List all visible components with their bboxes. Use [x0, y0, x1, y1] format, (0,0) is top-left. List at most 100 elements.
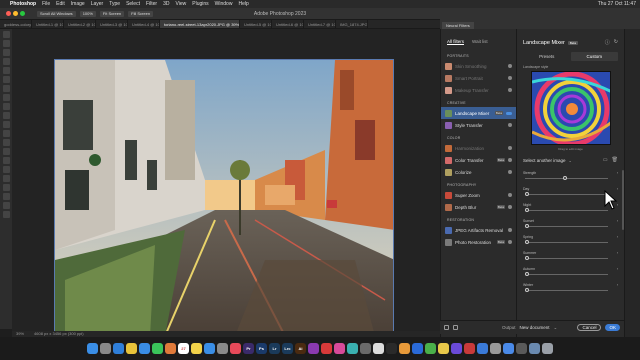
scroll-all-windows-button[interactable]: Scroll All Windows: [37, 10, 76, 17]
app-blue4-icon[interactable]: [503, 343, 514, 354]
document-tab[interactable]: Untitled-5 @ 100%: [240, 20, 272, 28]
slider-knob[interactable]: [525, 208, 529, 212]
cloud-download-icon[interactable]: [508, 146, 512, 150]
appstore-icon[interactable]: [204, 343, 215, 354]
ok-button[interactable]: OK: [605, 324, 620, 331]
app-red2-icon[interactable]: [464, 343, 475, 354]
document-tab[interactable]: Untitled-4 @ 100%: [128, 20, 160, 28]
slider-track[interactable]: [523, 223, 618, 229]
menu-view[interactable]: View: [176, 1, 187, 7]
brush-tool-icon[interactable]: [2, 103, 10, 110]
photos-icon[interactable]: [165, 343, 176, 354]
app-pink-icon[interactable]: [334, 343, 345, 354]
gradient-tool-icon[interactable]: [2, 139, 10, 146]
downloads-icon[interactable]: [529, 343, 540, 354]
lrc-icon[interactable]: Lrc: [282, 343, 293, 354]
slider-knob[interactable]: [525, 192, 529, 196]
filter-item-photo-restoration[interactable]: Photo Restoration Beta: [441, 236, 516, 248]
filter-item-color-transfer[interactable]: Color Transfer Beta: [441, 154, 516, 166]
dodge-tool-icon[interactable]: [2, 157, 10, 164]
photoshop-icon[interactable]: Ps: [256, 343, 267, 354]
reset-icon[interactable]: ↻: [614, 39, 618, 46]
cloud-download-icon[interactable]: [508, 205, 512, 209]
cloud-download-icon[interactable]: [508, 158, 512, 162]
menu-plugins[interactable]: Plugins: [192, 1, 208, 7]
hand-tool-icon[interactable]: [2, 202, 10, 209]
menu-window[interactable]: Window: [215, 1, 233, 7]
app-yellow-icon[interactable]: [438, 343, 449, 354]
layer-preview-icon[interactable]: [444, 325, 449, 330]
slider-knob[interactable]: [525, 224, 529, 228]
menu-help[interactable]: Help: [238, 1, 248, 7]
fit-screen-button[interactable]: Fit Screen: [99, 10, 125, 17]
chevron-down-icon[interactable]: ⌄: [554, 325, 558, 331]
messages-icon[interactable]: [152, 343, 163, 354]
filter-item-smart-portrait[interactable]: Smart Portrait: [441, 72, 516, 84]
menu-layer[interactable]: Layer: [91, 1, 104, 7]
filter-item-super-zoom[interactable]: Super Zoom: [441, 189, 516, 201]
select-image-dropdown[interactable]: Select another image: [523, 158, 566, 163]
pen-tool-icon[interactable]: [2, 166, 10, 173]
history-brush-tool-icon[interactable]: [2, 121, 10, 128]
cloud-download-icon[interactable]: [508, 240, 512, 244]
app-teal-icon[interactable]: [347, 343, 358, 354]
slider-knob[interactable]: [562, 176, 567, 180]
frame-tool-icon[interactable]: [2, 76, 10, 83]
launchpad-icon[interactable]: [100, 343, 111, 354]
cloud-download-icon[interactable]: [508, 64, 512, 68]
eyedropper-tool-icon[interactable]: [2, 85, 10, 92]
quick-select-tool-icon[interactable]: [2, 58, 10, 65]
crop-tool-icon[interactable]: [2, 67, 10, 74]
tab-custom[interactable]: Custom: [570, 52, 618, 61]
safari-icon[interactable]: [113, 343, 124, 354]
tab-wait-list[interactable]: Wait list: [472, 39, 488, 45]
app-gray2-icon[interactable]: [490, 343, 501, 354]
info-icon[interactable]: ⓘ: [605, 39, 610, 46]
move-tool-icon[interactable]: [2, 31, 10, 38]
app-red-icon[interactable]: [321, 343, 332, 354]
cloud-download-icon[interactable]: [508, 228, 512, 232]
app-gray-icon[interactable]: [360, 343, 371, 354]
app-dark-icon[interactable]: [386, 343, 397, 354]
slider-knob[interactable]: [525, 256, 529, 260]
document-tab-active[interactable]: toriano-reel-street-13apr2020.JPG @ 39% …: [160, 20, 240, 28]
zoom-window-button[interactable]: [20, 11, 25, 16]
slider-track[interactable]: [523, 175, 618, 181]
filter-toggle[interactable]: [506, 111, 512, 115]
shape-tool-icon[interactable]: [2, 193, 10, 200]
document-tab[interactable]: Untitled-6 @ 100%: [272, 20, 304, 28]
trash-icon[interactable]: [542, 343, 553, 354]
chrome-icon[interactable]: [126, 343, 137, 354]
filter-item-style-transfer[interactable]: Style Transfer: [441, 119, 516, 131]
filter-item-harmonization[interactable]: Harmonization: [441, 142, 516, 154]
app-gray3-icon[interactable]: [516, 343, 527, 354]
menu-filter[interactable]: Filter: [146, 1, 157, 7]
blur-tool-icon[interactable]: [2, 148, 10, 155]
lasso-tool-icon[interactable]: [2, 49, 10, 56]
document-tab[interactable]: Untitled-3 @ 100%: [96, 20, 128, 28]
app-purple2-icon[interactable]: [451, 343, 462, 354]
cancel-button[interactable]: Cancel: [577, 324, 602, 331]
menu-3d[interactable]: 3D: [163, 1, 169, 7]
zoom-tool-icon[interactable]: [2, 211, 10, 218]
app-purple-icon[interactable]: [308, 343, 319, 354]
filter-item-depth-blur[interactable]: Depth Blur Beta: [441, 201, 516, 213]
style-image[interactable]: [531, 71, 611, 145]
menu-file[interactable]: File: [42, 1, 50, 7]
zoom-100-button[interactable]: 100%: [79, 10, 96, 17]
music-icon[interactable]: [230, 343, 241, 354]
trash-icon[interactable]: 🗑: [612, 157, 618, 163]
mail-icon[interactable]: [139, 343, 150, 354]
minimize-window-button[interactable]: [13, 11, 18, 16]
document-image[interactable]: [54, 59, 394, 335]
folder-icon[interactable]: ▭: [603, 157, 608, 163]
slider-track[interactable]: [523, 239, 618, 245]
menu-edit[interactable]: Edit: [56, 1, 65, 7]
slider-knob[interactable]: [525, 288, 529, 292]
menu-type[interactable]: Type: [109, 1, 120, 7]
output-dropdown[interactable]: New document: [520, 325, 550, 330]
document-tab[interactable]: Untitled-2 @ 100%: [64, 20, 96, 28]
type-tool-icon[interactable]: [2, 175, 10, 182]
filter-item-colorize[interactable]: Colorize: [441, 166, 516, 178]
chevron-down-icon[interactable]: ⌄: [569, 158, 572, 163]
